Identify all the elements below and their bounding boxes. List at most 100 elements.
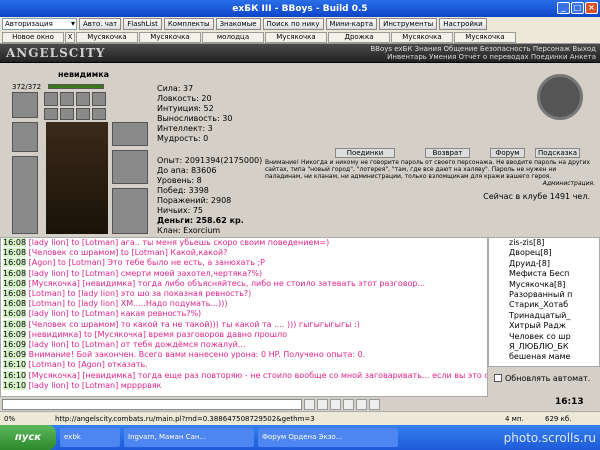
user-item[interactable]: Разорванный п [509, 290, 599, 300]
top-nav-secondary[interactable]: Инвентарь Умения Отчёт о переводах Поеди… [370, 53, 596, 61]
hp-text: 372/372 [12, 83, 42, 91]
boots-slot[interactable] [112, 188, 148, 234]
menu-button-flashlist[interactable]: FlashList [123, 18, 162, 30]
hint-button[interactable]: Подсказка [535, 148, 580, 158]
ring-slot[interactable] [44, 92, 58, 106]
filter-icon[interactable] [356, 398, 367, 410]
chat-message: 16:08 [Человек со шрамом] to [Lotman] Ка… [3, 248, 487, 258]
taskbar-item[interactable]: Форум Ордена Экзо... [258, 428, 398, 447]
user-list[interactable]: zis-zis[8] Дворец[8] Друид-[8] Мефиста Бесп… [488, 237, 600, 367]
user-item[interactable]: Друид-[8] [509, 259, 599, 269]
helmet-slot[interactable] [12, 92, 38, 118]
info-wins: Побед: 3398 [157, 186, 209, 195]
chat-text: [невидимка] to [Мусякочка] время разгово… [28, 329, 287, 339]
tab-item[interactable]: Мусякочка [265, 31, 327, 43]
ring-slot[interactable] [76, 92, 90, 106]
character-stats: Сила: 37 Ловкость: 20 Интуиция: 52 Вынос… [157, 84, 232, 144]
tab-close-icon[interactable]: X [65, 31, 75, 43]
stat-intuition: Интуиция: 52 [157, 104, 214, 113]
menu-button-settings[interactable]: Настройки [439, 18, 487, 30]
auth-select[interactable]: Авторизация [2, 18, 77, 30]
menu-button-sets[interactable]: Комплекты [163, 18, 214, 30]
menu-button-tools[interactable]: Инструменты [379, 18, 438, 30]
start-button[interactable]: пуск [0, 425, 56, 450]
back-button[interactable]: Возврат [425, 148, 470, 158]
settings-icon[interactable] [369, 398, 380, 410]
duels-button[interactable]: Поединки [335, 148, 395, 158]
chat-time: 16:10 [3, 370, 27, 380]
chat-log[interactable]: 16:08 [lady lion] to [Lotman] ага.. ты м… [0, 237, 488, 397]
info-money: Деньги: 258.62 кр. [157, 216, 244, 225]
chat-message: 16:10 [Lotman] to [Agon] отказать. [3, 360, 487, 370]
stat-agility: Ловкость: 20 [157, 94, 212, 103]
auto-update-toggle[interactable]: Обновлять автомат. [488, 370, 600, 386]
user-item[interactable]: Тринадцатый_ [509, 311, 599, 321]
top-nav-primary[interactable]: BBoys exБК Знания Общение Безопасность П… [370, 45, 596, 53]
amulet-slot[interactable] [112, 122, 148, 146]
stat-strength: Сила: 37 [157, 84, 194, 93]
menu-button-autochat[interactable]: Авто. чат [79, 18, 122, 30]
tab-item[interactable]: Мусякочка [454, 31, 516, 43]
menu-button-minimap[interactable]: Мини-карта [325, 18, 378, 30]
tab-item[interactable]: Мусякочка [391, 31, 453, 43]
smiley-icon[interactable] [330, 398, 341, 410]
menu-button-search-nick[interactable]: Поиск по нику [262, 18, 324, 30]
weapon-slot[interactable] [12, 156, 38, 234]
chat-time: 16:10 [3, 360, 27, 370]
user-item[interactable]: Дворец[8] [509, 248, 599, 258]
chat-message: 16:10 [lady lion] to [Lotman] мррррвяк [3, 380, 487, 391]
window-titlebar: exБК III - BBoys - Build 0.5 _ □ × [0, 0, 600, 17]
taskbar-item[interactable]: exbk [60, 428, 120, 447]
chat-text: [lady lion] to [Lotman] мррррвяк [28, 380, 162, 390]
item-slot[interactable] [76, 108, 90, 120]
chat-message: 16:08 [Lotman] to [lady lion] ХМ.....Над… [3, 299, 487, 309]
user-item[interactable]: Я_ЛЮБЛЮ_БК [509, 342, 599, 352]
tab-new-window[interactable]: Новое окно [2, 31, 64, 43]
ring-slot[interactable] [60, 92, 74, 106]
user-item[interactable]: zis-zis[8] [509, 238, 599, 248]
ring-slot[interactable] [92, 92, 106, 106]
shield-slot[interactable] [112, 150, 148, 184]
chat-input[interactable] [2, 398, 302, 410]
tab-item[interactable]: Мусякочка [76, 31, 138, 43]
status-bar: 0% http://angelscity.combats.ru/main.pl?… [0, 411, 600, 425]
maximize-button[interactable]: □ [571, 2, 584, 14]
chat-message: 16:08 [Человек со шрамом] то какой та не… [3, 319, 487, 330]
user-item[interactable]: Мефиста Бесп [509, 269, 599, 279]
user-item[interactable]: бешеная маме [509, 352, 599, 362]
location-panel: Поединки Возврат Форум Подсказка Внимани… [255, 64, 600, 236]
menu-button-friends[interactable]: Знакомые [215, 18, 261, 30]
info-draws: Ничьих: 75 [157, 206, 204, 215]
location-map-icon[interactable] [537, 74, 583, 120]
chat-time: 16:08 [3, 238, 27, 247]
user-item[interactable]: Старик_Хотаб [509, 300, 599, 310]
chat-message: 16:09 Внимание! Бой закончен. Всего вами… [3, 350, 487, 360]
translit-icon[interactable] [343, 398, 354, 410]
chat-time: 16:08 [3, 319, 27, 329]
armor-slot[interactable] [12, 122, 38, 152]
taskbar-item[interactable]: Ingvarn, Маман Сан... [124, 428, 254, 447]
tab-item[interactable]: Мусякочка [139, 31, 201, 43]
user-item[interactable]: Человек со шр [509, 332, 599, 342]
tab-item[interactable]: молодца [202, 31, 264, 43]
character-name: невидимка [58, 70, 110, 79]
tab-item[interactable]: Дрожка [328, 31, 390, 43]
online-count: Сейчас в клубе 1491 чел. [483, 192, 590, 201]
item-slot[interactable] [44, 108, 58, 120]
item-slot[interactable] [60, 108, 74, 120]
forum-button[interactable]: Форум [490, 148, 525, 158]
send-icon[interactable] [304, 398, 315, 410]
stat-intellect: Интеллект: 3 [157, 124, 213, 133]
auto-update-checkbox[interactable] [494, 374, 502, 382]
minimize-button[interactable]: _ [557, 2, 570, 14]
status-url: http://angelscity.combats.ru/main.pl?rnd… [55, 414, 315, 423]
item-slot[interactable] [92, 108, 106, 120]
chat-time: 16:09 [3, 340, 27, 350]
close-button[interactable]: × [585, 2, 598, 14]
chat-text: [lady lion] to [Lotman] смерти моей захо… [28, 268, 263, 278]
chat-message: 16:08 [lady lion] to [Lotman] какая ревн… [3, 309, 487, 319]
clear-icon[interactable] [317, 398, 328, 410]
chat-time: 16:08 [3, 299, 27, 309]
user-item[interactable]: Хитрый Радж [509, 321, 599, 331]
user-item[interactable]: Мусякочка[8] [509, 280, 599, 290]
